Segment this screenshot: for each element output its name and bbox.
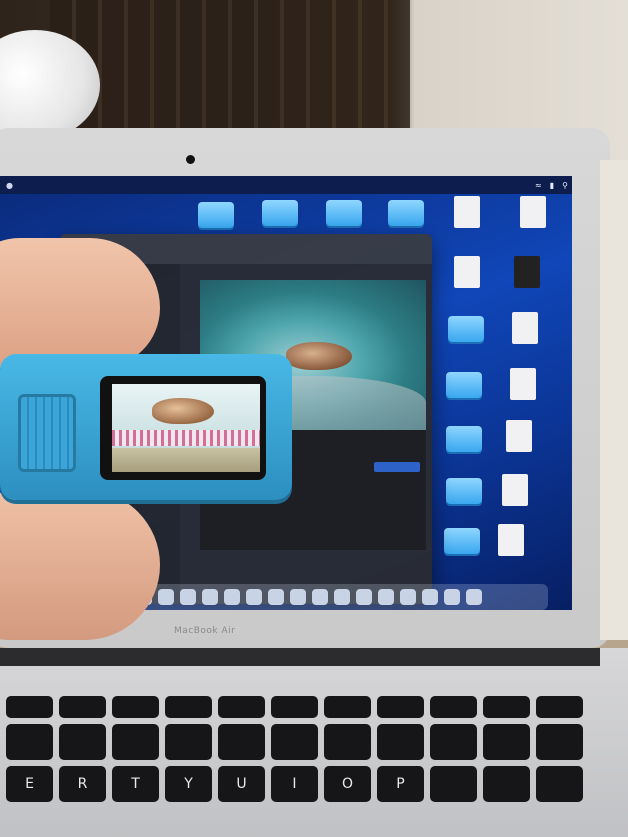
key[interactable] — [430, 696, 477, 718]
folder-icon[interactable] — [388, 200, 424, 226]
laptop-brand: MacBook Air — [174, 626, 236, 636]
key-e[interactable]: E — [6, 766, 53, 802]
file-icon[interactable] — [498, 524, 524, 556]
key-o[interactable]: O — [324, 766, 371, 802]
status-icons: ≈ ▮ ⚲ — [535, 181, 572, 190]
key[interactable] — [218, 696, 265, 718]
dock-app-icon[interactable] — [180, 589, 196, 605]
file-icon[interactable] — [510, 368, 536, 400]
fish — [286, 342, 352, 370]
file-icon[interactable] — [454, 256, 480, 288]
device-lcd — [112, 384, 260, 472]
key[interactable] — [112, 724, 159, 760]
lcd-rock — [112, 448, 260, 472]
key[interactable] — [6, 696, 53, 718]
dock-app-icon[interactable] — [400, 589, 416, 605]
dock-app-icon[interactable] — [158, 589, 174, 605]
dock-app-icon[interactable] — [224, 589, 240, 605]
index-finger — [0, 238, 160, 368]
search-icon[interactable]: ⚲ — [562, 181, 568, 190]
key[interactable] — [483, 724, 530, 760]
key[interactable] — [112, 696, 159, 718]
info-badge[interactable] — [374, 462, 420, 472]
file-icon[interactable] — [512, 312, 538, 344]
key[interactable] — [271, 724, 318, 760]
key[interactable] — [165, 724, 212, 760]
key[interactable] — [430, 766, 477, 802]
key[interactable] — [59, 696, 106, 718]
wall — [600, 160, 628, 640]
app-icon[interactable] — [514, 256, 540, 288]
key[interactable] — [165, 696, 212, 718]
file-icon[interactable] — [502, 474, 528, 506]
key[interactable] — [324, 724, 371, 760]
folder-icon[interactable] — [446, 426, 482, 452]
key-p[interactable]: P — [377, 766, 424, 802]
dock-app-icon[interactable] — [312, 589, 328, 605]
key[interactable] — [271, 696, 318, 718]
thumb — [0, 490, 160, 640]
lcd-fish — [152, 398, 214, 424]
dock-app-icon[interactable] — [466, 589, 482, 605]
battery-icon[interactable]: ▮ — [550, 181, 554, 190]
menu-bar: ● ≈ ▮ ⚲ — [0, 176, 572, 194]
key[interactable] — [536, 766, 583, 802]
dock-app-icon[interactable] — [290, 589, 306, 605]
apple-icon[interactable]: ● — [6, 181, 13, 190]
key[interactable] — [59, 724, 106, 760]
webcam — [186, 155, 195, 164]
dock-app-icon[interactable] — [378, 589, 394, 605]
key[interactable] — [218, 724, 265, 760]
dock-app-icon[interactable] — [202, 589, 218, 605]
wifi-icon[interactable]: ≈ — [535, 181, 542, 190]
dock-app-icon[interactable] — [246, 589, 262, 605]
folder-icon[interactable] — [448, 316, 484, 342]
key-u[interactable]: U — [218, 766, 265, 802]
bookshelf — [50, 0, 410, 130]
dock-app-icon[interactable] — [268, 589, 284, 605]
key[interactable] — [483, 696, 530, 718]
dock-app-icon[interactable] — [422, 589, 438, 605]
lcd-glitch — [112, 430, 260, 446]
key-t[interactable]: T — [112, 766, 159, 802]
key[interactable] — [536, 724, 583, 760]
file-icon[interactable] — [454, 196, 480, 228]
laptop-hinge — [0, 648, 600, 666]
dock-app-icon[interactable] — [444, 589, 460, 605]
device-button[interactable] — [18, 394, 76, 472]
dock-app-icon[interactable] — [334, 589, 350, 605]
key[interactable] — [324, 696, 371, 718]
key[interactable] — [377, 724, 424, 760]
key[interactable] — [6, 724, 53, 760]
folder-icon[interactable] — [444, 528, 480, 554]
dock-app-icon[interactable] — [356, 589, 372, 605]
key[interactable] — [430, 724, 477, 760]
folder-icon[interactable] — [198, 202, 234, 228]
file-icon[interactable] — [520, 196, 546, 228]
folder-icon[interactable] — [326, 200, 362, 226]
photo-scene: ● ≈ ▮ ⚲ MacBook Air E R T Y U I O P — [0, 0, 628, 837]
folder-icon[interactable] — [446, 372, 482, 398]
keyboard: E R T Y U I O P — [0, 696, 583, 802]
key-r[interactable]: R — [59, 766, 106, 802]
key[interactable] — [377, 696, 424, 718]
folder-icon[interactable] — [262, 200, 298, 226]
key[interactable] — [483, 766, 530, 802]
file-icon[interactable] — [506, 420, 532, 452]
key[interactable] — [536, 696, 583, 718]
folder-icon[interactable] — [446, 478, 482, 504]
key-y[interactable]: Y — [165, 766, 212, 802]
key-i[interactable]: I — [271, 766, 318, 802]
